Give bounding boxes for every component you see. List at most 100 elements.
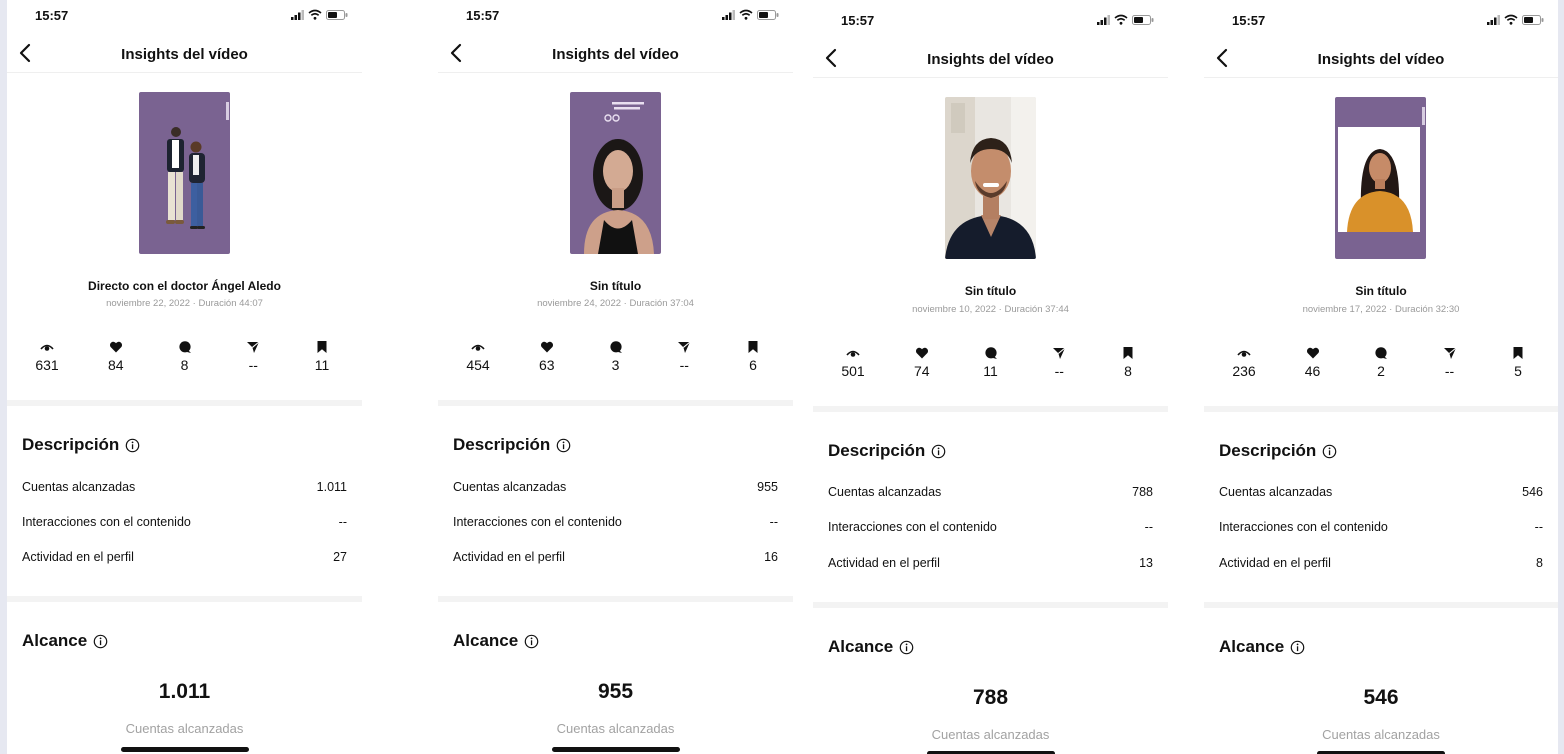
page-title: Insights del vídeo — [1317, 51, 1445, 68]
signal-icon — [1097, 14, 1110, 25]
metric-shares: -- — [658, 340, 710, 373]
metric-likes: 74 — [896, 346, 948, 379]
status-bar: 15:57 — [438, 0, 793, 30]
description-section-title: Descripción — [22, 435, 140, 455]
eye-icon — [1237, 350, 1251, 357]
video-title: Sin título — [589, 279, 642, 293]
description-section-title: Descripción — [828, 441, 946, 461]
heart-icon — [109, 341, 122, 353]
home-indicator[interactable] — [551, 747, 680, 752]
stat-row-accounts-reached: Cuentas alcanzadas 1.011 — [22, 480, 347, 494]
section-divider — [813, 406, 1168, 412]
bookmark-icon — [1513, 347, 1523, 359]
stat-row-content-interactions: Interacciones con el contenido -- — [828, 520, 1153, 534]
background-strip-right — [1558, 0, 1564, 754]
nav-bar: Insights del vídeo — [438, 36, 793, 73]
metric-comments: 2 — [1355, 346, 1407, 379]
metric-saves: 11 — [296, 340, 348, 373]
heart-icon — [915, 347, 928, 359]
reach-label: Cuentas alcanzadas — [125, 721, 244, 733]
stat-value: 1.011 — [316, 480, 347, 494]
comments-count: 8 — [180, 357, 189, 373]
description-title: Descripción — [22, 435, 120, 454]
video-thumbnail[interactable] — [944, 97, 1036, 259]
metric-saves: 8 — [1102, 346, 1154, 379]
video-meta: noviembre 17, 2022 · Duración 32:30 — [1302, 304, 1460, 315]
metric-likes: 84 — [90, 340, 142, 373]
metrics-row: 236 46 2 -- 5 — [1218, 346, 1544, 379]
stat-label: Actividad en el perfil — [22, 550, 134, 564]
stat-row-content-interactions: Interacciones con el contenido -- — [453, 515, 778, 529]
info-circle-icon[interactable] — [93, 634, 108, 649]
system-icons — [722, 9, 779, 20]
shares-count: -- — [679, 357, 689, 373]
shares-count: -- — [248, 357, 258, 373]
status-bar: 15:57 — [813, 0, 1168, 30]
send-paper-plane-icon — [1443, 347, 1456, 359]
stat-row-profile-activity: Actividad en el perfil 27 — [22, 550, 347, 564]
video-thumbnail[interactable] — [1335, 97, 1426, 259]
metric-plays: 454 — [452, 340, 504, 373]
saves-count: 5 — [1514, 363, 1522, 379]
metric-shares: -- — [1424, 346, 1476, 379]
metric-comments: 11 — [965, 346, 1017, 379]
stat-row-profile-activity: Actividad en el perfil 13 — [828, 556, 1153, 570]
plays-count: 454 — [466, 357, 490, 373]
signal-icon — [1487, 14, 1500, 25]
stat-value: 13 — [1139, 556, 1153, 570]
info-circle-icon[interactable] — [556, 438, 571, 453]
comment-bubble-icon — [984, 347, 997, 359]
status-time: 15:57 — [841, 13, 875, 28]
video-thumbnail[interactable] — [569, 92, 661, 254]
reach-section-title: Alcance — [828, 637, 914, 657]
video-meta: noviembre 22, 2022 · Duración 44:07 — [106, 298, 263, 309]
saves-count: 11 — [314, 357, 330, 373]
stat-label: Interacciones con el contenido — [828, 520, 997, 534]
status-time: 15:57 — [35, 8, 69, 23]
info-circle-icon[interactable] — [1322, 444, 1337, 459]
video-title: Sin título — [1355, 284, 1407, 298]
info-circle-icon[interactable] — [125, 438, 140, 453]
reach-section-title: Alcance — [453, 631, 539, 651]
stat-label: Cuentas alcanzadas — [828, 485, 942, 499]
phone-screen-1: 15:57 Insights del vídeo Directo con el … — [7, 0, 362, 754]
info-circle-icon[interactable] — [524, 634, 539, 649]
info-circle-icon[interactable] — [899, 640, 914, 655]
metric-likes: 63 — [521, 340, 573, 373]
reach-value: 1.011 — [158, 680, 211, 703]
metrics-row: 454 63 3 -- 6 — [452, 340, 779, 373]
wifi-icon — [1504, 14, 1518, 25]
stat-row-profile-activity: Actividad en el perfil 8 — [1219, 556, 1543, 570]
battery-icon — [1522, 14, 1544, 25]
bookmark-icon — [748, 341, 758, 353]
reach-title: Alcance — [453, 631, 519, 650]
video-title: Sin título — [964, 284, 1017, 298]
reach-value: 788 — [972, 686, 1009, 709]
stat-value: -- — [769, 515, 778, 529]
info-circle-icon[interactable] — [1290, 640, 1305, 655]
metrics-row: 501 74 11 -- 8 — [827, 346, 1154, 379]
home-indicator[interactable] — [120, 747, 249, 752]
heart-icon — [1306, 347, 1319, 359]
likes-count: 63 — [538, 357, 555, 373]
section-divider — [1204, 602, 1558, 608]
section-divider — [1204, 406, 1558, 412]
video-thumbnail[interactable] — [138, 92, 230, 254]
stat-value: 546 — [1522, 485, 1543, 499]
reach-title: Alcance — [22, 631, 88, 650]
video-meta: noviembre 24, 2022 · Duración 37:04 — [537, 298, 694, 309]
plays-count: 501 — [841, 363, 865, 379]
status-bar: 15:57 — [1204, 0, 1558, 30]
battery-icon — [326, 9, 348, 20]
wifi-icon — [739, 9, 753, 20]
system-icons — [1487, 14, 1544, 25]
shares-count: -- — [1054, 363, 1064, 379]
stat-label: Cuentas alcanzadas — [22, 480, 136, 494]
info-circle-icon[interactable] — [931, 444, 946, 459]
reach-section-title: Alcance — [1219, 637, 1305, 657]
reach-value: 955 — [597, 680, 634, 703]
metrics-row: 631 84 8 -- 11 — [21, 340, 348, 373]
stat-row-content-interactions: Interacciones con el contenido -- — [1219, 520, 1543, 534]
stat-row-accounts-reached: Cuentas alcanzadas 955 — [453, 480, 778, 494]
description-title: Descripción — [453, 435, 551, 454]
